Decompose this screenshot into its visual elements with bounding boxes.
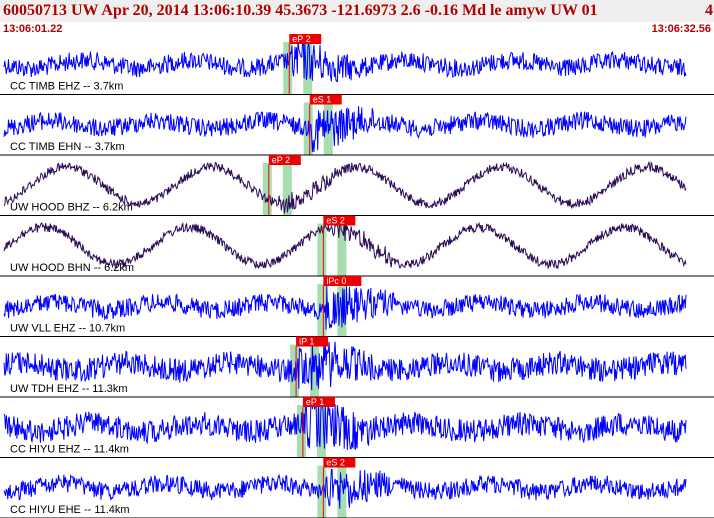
window-band: [283, 42, 293, 95]
window-band: [262, 163, 272, 216]
trace-label: UW HOOD BHN -- 6.2km: [10, 262, 134, 274]
trace-label: UW TDH EHZ -- 11.3km: [10, 383, 128, 395]
event-title: 60050713 UW Apr 20, 2014 13:06:10.39 45.…: [3, 2, 598, 19]
trace-label: UW VLL EHZ -- 10.7km: [10, 323, 125, 335]
seismogram-viewer: 60050713 UW Apr 20, 2014 13:06:10.39 45.…: [0, 0, 714, 518]
pick-label: eS 2: [326, 458, 345, 468]
pick-label: eS 1: [313, 95, 332, 105]
pick-label: iP 1: [299, 337, 314, 347]
seismogram-plot: eP 2 CC TIMB EHZ -- 3.7km eS 1 CC TIMB EHN …: [0, 34, 714, 518]
pick-label: iPc 0: [326, 276, 346, 286]
trace-label: CC TIMB EHZ -- 3.7km: [10, 81, 123, 93]
pick-label: eP 1: [306, 397, 324, 407]
pick-label: eP 2: [292, 34, 310, 44]
trace-label: UW HOOD BHZ -- 6.2km: [10, 202, 133, 214]
title-bar: 60050713 UW Apr 20, 2014 13:06:10.39 45.…: [0, 0, 714, 22]
waveform-trace: [3, 398, 687, 451]
event-count: 4: [705, 2, 713, 19]
pick-label: eP 2: [272, 155, 290, 165]
trace-label: CC HIYU EHZ -- 11.4km: [10, 444, 129, 456]
trace-label: CC TIMB EHN -- 3.7km: [10, 141, 125, 153]
pick-label: eS 2: [326, 216, 345, 226]
waveform-trace: [3, 37, 687, 82]
trace-label: CC HIYU EHE -- 11.4km: [10, 504, 130, 516]
